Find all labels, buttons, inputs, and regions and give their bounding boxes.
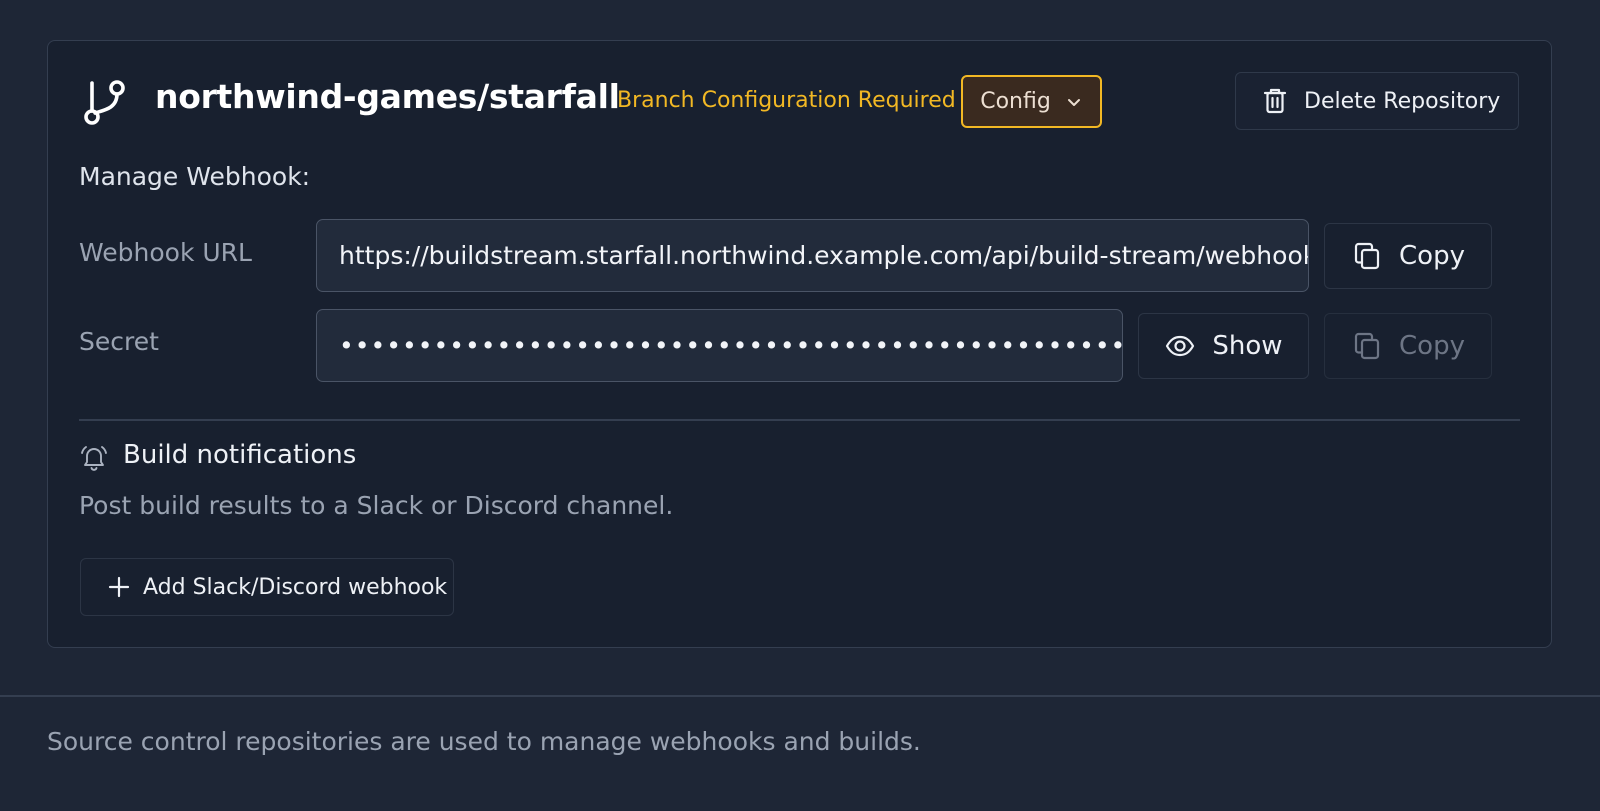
show-secret-label: Show — [1212, 331, 1283, 361]
footer-help-text: Source control repositories are used to … — [47, 727, 921, 756]
webhook-url-field[interactable]: https://buildstream.starfall.northwind.e… — [316, 219, 1309, 292]
trash-icon — [1263, 88, 1287, 114]
copy-url-label: Copy — [1399, 241, 1465, 271]
repository-header: northwind-games/starfall Branch Configur… — [48, 41, 1551, 161]
git-branch-icon — [84, 80, 125, 125]
eye-icon — [1166, 335, 1195, 357]
section-divider — [79, 419, 1520, 421]
secret-value: ••••••••••••••••••••••••••••••••••••••••… — [339, 331, 1123, 360]
page: northwind-games/starfall Branch Configur… — [0, 0, 1600, 811]
secret-field[interactable]: ••••••••••••••••••••••••••••••••••••••••… — [316, 309, 1123, 382]
config-button-label: Config — [980, 89, 1051, 114]
show-secret-button[interactable]: Show — [1138, 313, 1309, 379]
plus-icon — [108, 576, 130, 598]
copy-secret-label: Copy — [1399, 331, 1465, 361]
build-notifications-description: Post build results to a Slack or Discord… — [79, 491, 674, 520]
manage-webhook-heading: Manage Webhook: — [79, 162, 311, 191]
copy-icon — [1354, 332, 1380, 360]
add-chat-webhook-button[interactable]: Add Slack/Discord webhook — [80, 558, 454, 616]
chevron-down-icon — [1067, 98, 1080, 106]
webhook-url-value: https://buildstream.starfall.northwind.e… — [339, 241, 1309, 270]
delete-repository-label: Delete Repository — [1304, 88, 1501, 114]
config-dropdown-button[interactable]: Config — [961, 75, 1102, 128]
bell-ring-icon — [81, 446, 107, 471]
webhook-url-label: Webhook URL — [79, 238, 252, 267]
repository-card: northwind-games/starfall Branch Configur… — [47, 40, 1552, 648]
copy-url-button[interactable]: Copy — [1324, 223, 1492, 289]
copy-secret-button[interactable]: Copy — [1324, 313, 1492, 379]
add-chat-webhook-label: Add Slack/Discord webhook — [143, 574, 448, 600]
delete-repository-button[interactable]: Delete Repository — [1235, 72, 1519, 130]
repository-name: northwind-games/starfall — [155, 77, 620, 116]
secret-label: Secret — [79, 327, 159, 356]
build-notifications-heading: Build notifications — [123, 440, 357, 470]
branch-warning-text: Branch Configuration Required — [617, 88, 956, 113]
footer-divider — [0, 695, 1600, 697]
copy-icon — [1354, 242, 1380, 270]
